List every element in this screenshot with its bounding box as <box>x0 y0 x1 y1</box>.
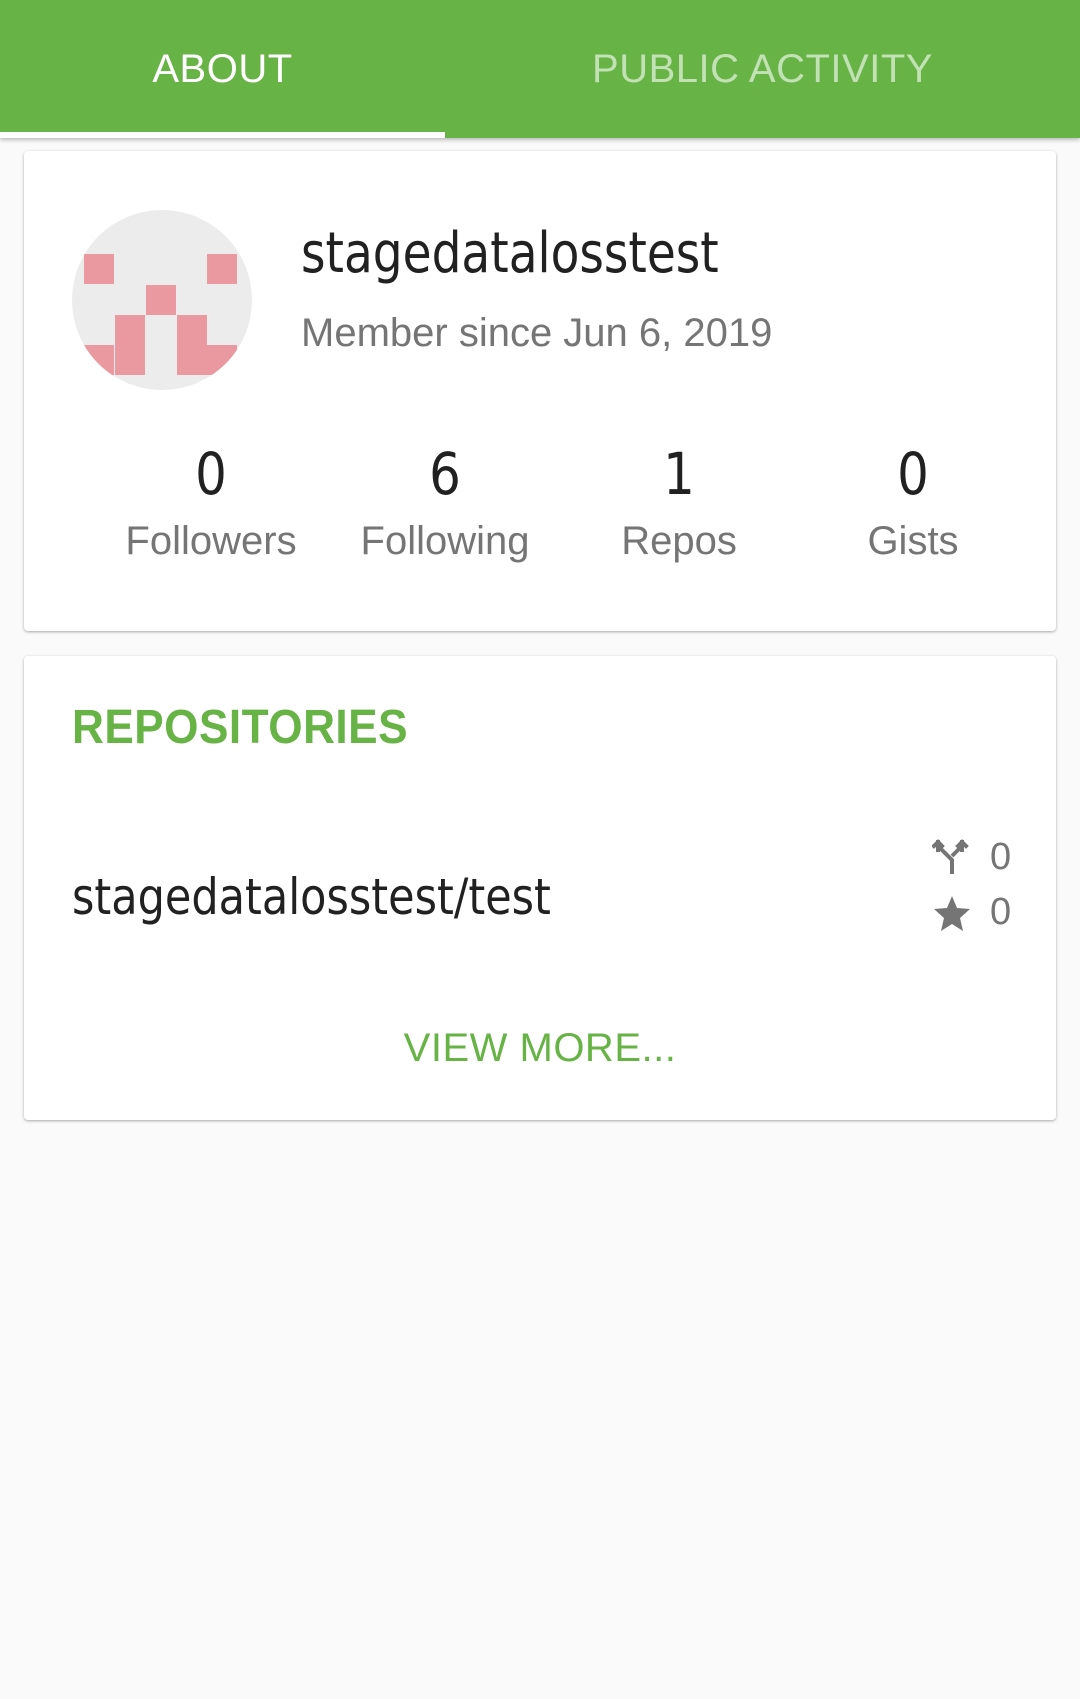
stat-label: Following <box>360 519 530 563</box>
stat-value: 0 <box>897 440 929 508</box>
username: stagedatalosstest <box>301 221 719 286</box>
tab-bar: ABOUT PUBLIC ACTIVITY <box>0 0 1080 138</box>
stat-value: 6 <box>429 440 461 508</box>
stat-value: 0 <box>195 440 227 508</box>
stat-following[interactable]: 6 Following <box>328 439 562 571</box>
repo-name: stagedatalosstest/test <box>72 868 551 926</box>
tab-public-activity[interactable]: PUBLIC ACTIVITY <box>445 0 1080 138</box>
repo-stars: 0 <box>932 891 1011 934</box>
stat-label: Followers <box>125 519 297 563</box>
avatar[interactable] <box>72 210 252 390</box>
fork-count: 0 <box>990 836 1012 878</box>
member-since: Member since Jun 6, 2019 <box>301 311 773 355</box>
stat-value: 1 <box>663 440 695 508</box>
stat-gists[interactable]: 0 Gists <box>796 439 1030 571</box>
active-tab-indicator <box>0 132 445 138</box>
tab-about[interactable]: ABOUT <box>0 0 445 138</box>
repositories-card: REPOSITORIES stagedatalosstest/test 0 0 … <box>24 656 1056 1120</box>
stat-label: Gists <box>867 519 959 563</box>
star-count: 0 <box>990 891 1012 933</box>
stat-repos[interactable]: 1 Repos <box>562 439 796 571</box>
profile-card: stagedatalosstest Member since Jun 6, 20… <box>24 151 1056 631</box>
repo-list-item[interactable]: stagedatalosstest/test 0 0 <box>24 836 1056 966</box>
view-more-button[interactable]: VIEW MORE... <box>24 1026 1056 1071</box>
stat-followers[interactable]: 0 Followers <box>94 439 328 571</box>
repo-forks: 0 <box>932 836 1011 879</box>
repositories-title: REPOSITORIES <box>72 701 408 754</box>
star-icon <box>932 893 972 933</box>
stat-label: Repos <box>621 519 737 563</box>
fork-icon <box>932 838 972 878</box>
